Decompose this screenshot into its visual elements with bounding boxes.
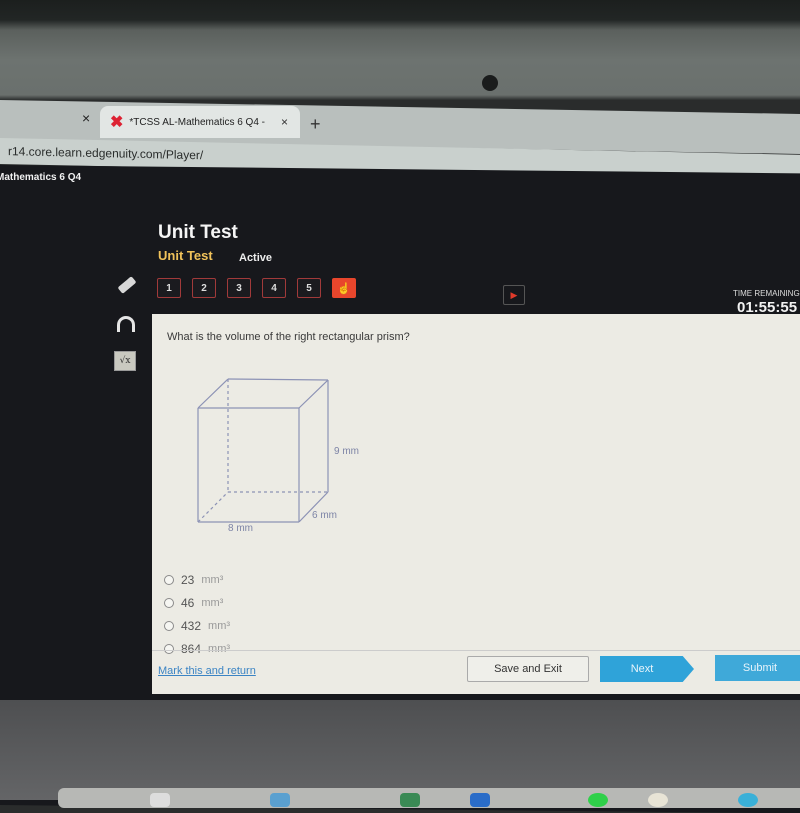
submit-button[interactable]: Submit: [715, 655, 800, 681]
prism-hidden-diagonal: [197, 491, 229, 523]
width-label: 8 mm: [228, 523, 253, 534]
question-button-2[interactable]: 2: [192, 278, 216, 298]
question-prompt: What is the volume of the right rectangu…: [167, 331, 410, 343]
answer-choice-3[interactable]: 432 mm³: [164, 614, 230, 637]
height-label: 9 mm: [334, 446, 359, 457]
previous-tab-close-button[interactable]: ×: [82, 110, 90, 126]
calculator-icon[interactable]: √x: [114, 351, 136, 371]
status-badge: Active: [239, 252, 273, 264]
tab-title: *TCSS AL-Mathematics 6 Q4 -: [129, 116, 266, 128]
screen-background: [0, 700, 800, 800]
footer-divider: [152, 650, 800, 651]
browser-tab-active[interactable]: ✖ *TCSS AL-Mathematics 6 Q4 - ×: [100, 106, 300, 138]
question-navigation: 1 2 3 4 5 ☝: [157, 278, 356, 298]
save-and-exit-button[interactable]: Save and Exit: [467, 656, 589, 682]
hand-cursor-icon: ☝: [337, 282, 351, 295]
choice-value: 864: [181, 641, 202, 656]
choice-unit: mm³: [201, 596, 224, 609]
dock-app-icon[interactable]: [648, 793, 668, 807]
question-button-1[interactable]: 1: [157, 278, 181, 298]
dock-app-icon[interactable]: [270, 793, 290, 807]
prism-edge-tl: [197, 378, 229, 409]
answer-choices: 23 mm³ 46 mm³ 432 mm³ 864 mm³: [164, 568, 230, 660]
unit-title: Unit Test: [158, 222, 238, 243]
answer-choice-4[interactable]: 864 mm³: [164, 637, 230, 660]
dock-app-icon[interactable]: [738, 793, 758, 807]
course-title: Mathematics 6 Q4: [0, 172, 82, 183]
radio-button[interactable]: [164, 620, 174, 631]
new-tab-button[interactable]: +: [310, 114, 321, 135]
webcam: [482, 75, 498, 91]
question-button-6-active[interactable]: ☝: [332, 278, 356, 298]
dock-app-icon[interactable]: [400, 793, 420, 807]
choice-unit: mm³: [201, 573, 224, 586]
choice-unit: mm³: [208, 619, 231, 632]
edgenuity-x-icon: ✖: [110, 114, 124, 131]
radio-button[interactable]: [164, 643, 174, 654]
answer-choice-1[interactable]: 23 mm³: [164, 568, 230, 591]
url-text: r14.core.learn.edgenuity.com/Player/: [8, 144, 204, 163]
mark-and-return-link[interactable]: Mark this and return: [158, 665, 256, 677]
choice-value: 46: [181, 595, 195, 610]
radio-button[interactable]: [164, 574, 174, 585]
prism-back-top: [227, 378, 329, 381]
answer-choice-2[interactable]: 46 mm³: [164, 591, 230, 614]
dock-app-icon[interactable]: [588, 793, 608, 807]
timer-label: TIME REMAINING: [733, 289, 800, 298]
prism-edge-tr: [298, 379, 329, 409]
question-button-5[interactable]: 5: [297, 278, 321, 298]
laptop-bezel: [0, 0, 800, 100]
question-button-3[interactable]: 3: [227, 278, 251, 298]
choice-value: 432: [181, 618, 202, 633]
depth-label: 6 mm: [312, 510, 337, 521]
dock-app-icon[interactable]: [470, 793, 490, 807]
choice-value: 23: [181, 572, 195, 587]
choice-unit: mm³: [208, 642, 231, 655]
unit-subtitle: Unit Test: [158, 248, 213, 263]
radio-button[interactable]: [164, 597, 174, 608]
question-button-4[interactable]: 4: [262, 278, 286, 298]
prism-figure: [197, 378, 329, 523]
next-question-arrow[interactable]: ▶: [503, 285, 525, 305]
headphones-icon[interactable]: [117, 316, 135, 332]
dock-app-icon[interactable]: [150, 793, 170, 807]
next-button[interactable]: Next: [600, 656, 694, 682]
tab-close-button[interactable]: ×: [281, 115, 288, 129]
